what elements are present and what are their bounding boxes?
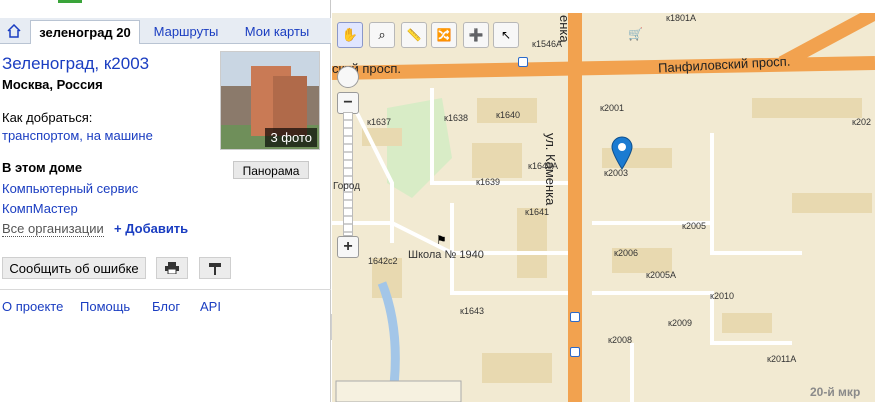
building-label: к2011А xyxy=(767,354,797,364)
ruler-icon: 📏 xyxy=(406,28,422,42)
place-title[interactable]: Зеленоград, к2003 xyxy=(2,54,149,74)
tab-search[interactable]: зеленоград 20 xyxy=(30,20,140,44)
footer-help-link[interactable]: Помощь xyxy=(80,299,130,314)
how-to-get-links: транспортом, на машине xyxy=(2,128,153,143)
magnifier-tool-button[interactable]: ⌕ xyxy=(369,22,395,48)
panorama-button[interactable]: Панорама xyxy=(233,161,309,179)
zoom-in-button[interactable]: + xyxy=(337,236,359,258)
building-label: к1641 xyxy=(525,207,549,217)
map-graphics xyxy=(332,13,875,402)
place-photo[interactable]: 3 фото xyxy=(220,51,320,150)
signpost-icon xyxy=(209,263,221,275)
report-error-button[interactable]: Сообщить об ошибке xyxy=(2,257,146,279)
add-object-icon: ➕ xyxy=(468,28,484,42)
building-label: к2005А xyxy=(646,270,676,280)
building-label: к2009 xyxy=(668,318,692,328)
district-label: 20-й мкр xyxy=(810,385,861,399)
add-org-link[interactable]: + Добавить xyxy=(114,221,188,236)
building-label: к2005 xyxy=(682,221,706,231)
home-icon xyxy=(7,24,21,38)
school-icon: ⚑ xyxy=(436,233,447,247)
tab-bar: зеленоград 20 Маршруты Мои карты xyxy=(0,18,331,44)
route-icon: 🔀 xyxy=(436,28,452,42)
ruler-tool-button[interactable]: 📏 xyxy=(401,22,427,48)
by-car-link[interactable]: на машине xyxy=(87,128,153,143)
left-panel: зеленоград 20 Маршруты Мои карты Зеленог… xyxy=(0,0,331,402)
hand-icon: ✋ xyxy=(341,27,359,42)
bus-stop-icon xyxy=(518,57,528,67)
magnifier-icon: ⌕ xyxy=(378,27,386,42)
footer-api-link[interactable]: API xyxy=(200,299,221,314)
print-button[interactable] xyxy=(156,257,188,279)
footer-about-link[interactable]: О проекте xyxy=(2,299,63,314)
whats-here-button[interactable]: ↖ xyxy=(493,22,519,48)
zoom-control: − + xyxy=(337,66,359,258)
all-orgs-link[interactable]: Все организации xyxy=(2,221,104,237)
add-object-button[interactable]: ➕ xyxy=(463,22,489,48)
org-link[interactable]: КомпМастер xyxy=(2,201,78,216)
building-label: к2006 xyxy=(614,248,638,258)
by-transport-link[interactable]: транспортом xyxy=(2,128,79,143)
footer-blog-link[interactable]: Блог xyxy=(152,299,180,314)
building-label: к1643 xyxy=(460,306,484,316)
logo-accent xyxy=(58,0,82,3)
tab-my-maps[interactable]: Мои карты xyxy=(232,20,322,44)
building-label: к2001 xyxy=(600,103,624,113)
building-label: к1637 xyxy=(367,117,391,127)
bus-stop-icon xyxy=(570,312,580,322)
cursor-question-icon: ↖ xyxy=(500,28,512,42)
how-to-get-label: Как добраться: xyxy=(2,110,93,125)
photo-count[interactable]: 3 фото xyxy=(265,128,317,147)
marker-button[interactable] xyxy=(199,257,231,279)
bus-stop-icon xyxy=(570,347,580,357)
building-label: к1801А xyxy=(666,13,696,23)
zoom-slider[interactable] xyxy=(343,112,353,236)
tab-routes[interactable]: Маршруты xyxy=(146,20,226,44)
route-tool-button[interactable]: 🔀 xyxy=(431,22,457,48)
school-label: Школа № 1940 xyxy=(408,249,484,261)
zoom-level-label: Город xyxy=(333,181,361,192)
building-label: к202 xyxy=(852,117,871,127)
building-label: к2010 xyxy=(710,291,734,301)
building-label: к1640 xyxy=(496,110,520,120)
zoom-out-button[interactable]: − xyxy=(337,92,359,114)
hand-tool-button[interactable]: ✋ xyxy=(337,22,363,48)
building-label: к1639 xyxy=(476,177,500,187)
org-link[interactable]: Компьютерный сервис xyxy=(2,181,138,196)
shop-icon: 🛒 xyxy=(628,27,643,41)
divider xyxy=(0,289,331,290)
building-label: 1642с2 xyxy=(368,256,398,266)
location-pin-icon[interactable] xyxy=(608,135,636,171)
place-city: Москва, Россия xyxy=(2,77,103,92)
photo-building xyxy=(273,76,307,136)
compass-icon[interactable] xyxy=(337,66,359,88)
building-label: к2008 xyxy=(608,335,632,345)
printer-icon xyxy=(165,262,179,274)
tab-home[interactable] xyxy=(0,18,28,44)
in-building-heading: В этом доме xyxy=(2,160,83,175)
map-canvas[interactable]: ский просп. Панфиловский просп. ул. Каме… xyxy=(332,13,875,402)
building-label: к1638 xyxy=(444,113,468,123)
building-label: к1640А xyxy=(528,161,558,171)
building-label: к1546А xyxy=(532,39,562,49)
